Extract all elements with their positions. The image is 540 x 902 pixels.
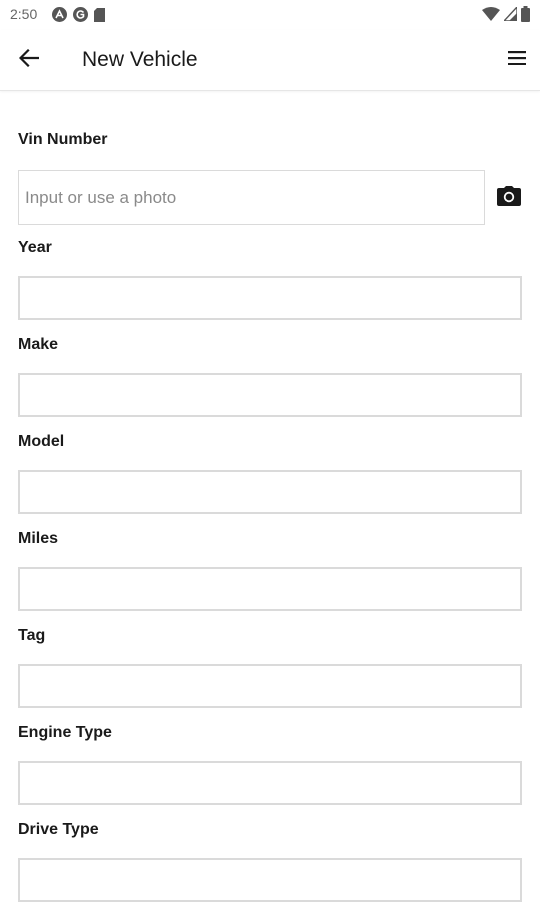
hamburger-menu-icon (508, 50, 526, 70)
status-system-icons (482, 6, 530, 22)
year-label: Year (18, 239, 52, 256)
status-time: 2:50 (10, 6, 38, 22)
miles-input[interactable] (18, 567, 522, 611)
notification-a-icon (52, 7, 67, 22)
engine-type-label: Engine Type (18, 724, 112, 741)
app-bar: New Vehicle (0, 30, 540, 91)
back-button[interactable] (14, 45, 44, 75)
wifi-icon (482, 7, 500, 21)
status-notification-icons (52, 7, 105, 22)
arrow-left-icon (18, 48, 40, 72)
page-title: New Vehicle (82, 48, 198, 71)
status-bar: 2:50 (0, 0, 540, 30)
signal-icon (504, 7, 517, 21)
model-input[interactable] (18, 470, 522, 514)
battery-icon (521, 6, 530, 22)
notification-g-icon (73, 7, 88, 22)
drive-type-label: Drive Type (18, 821, 99, 838)
sd-card-icon (94, 7, 105, 22)
year-input[interactable] (18, 276, 522, 320)
make-label: Make (18, 336, 59, 353)
model-label: Model (18, 433, 65, 450)
camera-icon (497, 185, 521, 211)
menu-button[interactable] (502, 45, 532, 75)
camera-button[interactable] (496, 185, 522, 211)
make-input[interactable] (18, 373, 522, 417)
tag-input[interactable] (18, 664, 522, 708)
engine-type-input[interactable] (18, 761, 522, 805)
drive-type-input[interactable] (18, 858, 522, 902)
vin-label: Vin Number (18, 131, 108, 148)
tag-label: Tag (18, 627, 46, 644)
vin-input[interactable] (18, 170, 485, 225)
miles-label: Miles (18, 530, 59, 547)
